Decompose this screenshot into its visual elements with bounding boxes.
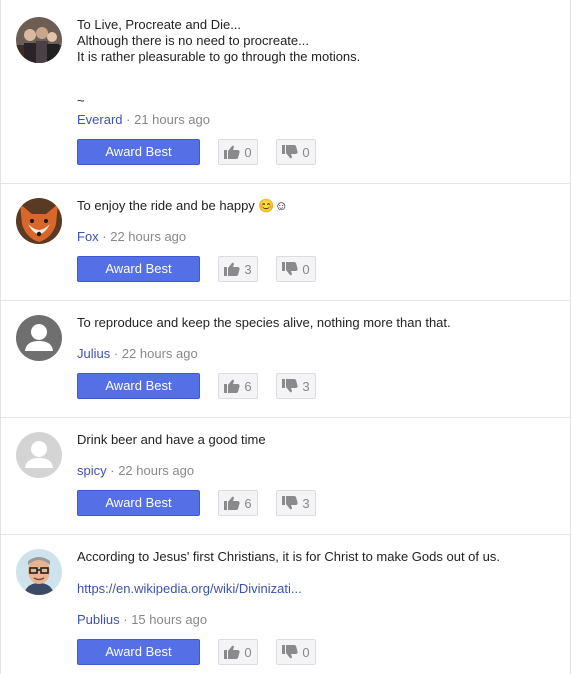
thumbs-up-count: 0 bbox=[244, 644, 252, 660]
thumbs-up-button[interactable]: 6 bbox=[218, 490, 258, 516]
avatar[interactable] bbox=[16, 432, 62, 478]
thumbs-down-icon bbox=[282, 262, 298, 276]
thumbs-up-count: 6 bbox=[244, 378, 252, 394]
timestamp: · 22 hours ago bbox=[110, 463, 195, 478]
thumbs-up-count: 0 bbox=[244, 144, 252, 160]
thumbs-down-icon bbox=[282, 645, 298, 659]
cartoon-glasses-avatar-icon bbox=[16, 549, 62, 595]
thumbs-up-button[interactable]: 3 bbox=[218, 256, 258, 282]
avatar[interactable] bbox=[16, 17, 62, 63]
thumbs-down-count: 0 bbox=[302, 644, 310, 660]
answer-text-line: It is rather pleasurable to go through t… bbox=[77, 49, 361, 64]
thumbs-down-count: 0 bbox=[302, 144, 310, 160]
timestamp: · 22 hours ago bbox=[102, 229, 187, 244]
avatar[interactable] bbox=[16, 315, 62, 361]
author-link[interactable]: Publius bbox=[77, 612, 120, 627]
answer-text-line bbox=[77, 65, 558, 81]
answer-text-line: Although there is no need to procreate..… bbox=[77, 33, 309, 48]
award-best-answer-button[interactable]: Award Best Answer bbox=[77, 639, 200, 674]
answer-actions: Award Best Answer 3 0 bbox=[77, 256, 316, 300]
thumbs-up-icon bbox=[224, 379, 240, 393]
answer-text-line: According to Jesus' first Christians, it… bbox=[77, 549, 500, 564]
thumbs-down-button[interactable]: 3 bbox=[276, 373, 316, 399]
answer-text-line: Drink beer and have a good time bbox=[77, 432, 266, 447]
answer-meta: Julius · 22 hours ago bbox=[77, 346, 198, 362]
award-best-answer-button[interactable]: Award Best Answer bbox=[77, 490, 200, 534]
answer-actions: Award Best Answer 0 0 bbox=[77, 139, 316, 183]
answer-meta: Everard · 21 hours ago bbox=[77, 112, 210, 128]
thumbs-up-icon bbox=[224, 496, 240, 510]
thumbs-up-button[interactable]: 0 bbox=[218, 139, 258, 165]
answer-meta: Publius · 15 hours ago bbox=[77, 612, 207, 628]
thumbs-up-icon bbox=[224, 645, 240, 659]
avatar[interactable] bbox=[16, 549, 62, 595]
timestamp: · 21 hours ago bbox=[126, 112, 210, 127]
answer-actions: Award Best Answer 0 0 bbox=[77, 639, 316, 674]
author-link[interactable]: spicy bbox=[77, 463, 107, 478]
answer-text-line: To reproduce and keep the species alive,… bbox=[77, 315, 451, 330]
award-best-answer-button[interactable]: Award Best Answer bbox=[77, 373, 200, 417]
author-link[interactable]: Fox bbox=[77, 229, 99, 244]
answer-text-line: ~ bbox=[77, 93, 85, 108]
thumbs-down-button[interactable]: 0 bbox=[276, 256, 316, 282]
answer-item: To Live, Procreate and Die... Although t… bbox=[1, 0, 570, 184]
default-user-light-icon bbox=[16, 432, 62, 478]
answer-item: Drink beer and have a good time spicy · … bbox=[1, 418, 570, 535]
thumbs-down-count: 3 bbox=[302, 495, 310, 511]
thumbs-up-count: 3 bbox=[244, 261, 252, 277]
thumbs-down-icon bbox=[282, 145, 298, 159]
answer-actions: Award Best Answer 6 3 bbox=[77, 490, 316, 534]
fox-avatar-icon bbox=[16, 198, 62, 244]
thumbs-down-button[interactable]: 3 bbox=[276, 490, 316, 516]
thumbs-up-icon bbox=[224, 262, 240, 276]
thumbs-down-icon bbox=[282, 379, 298, 393]
thumbs-down-count: 0 bbox=[302, 261, 310, 277]
answer-text-line: To enjoy the ride and be happy 😊☺ bbox=[77, 198, 288, 213]
thumbs-down-button[interactable]: 0 bbox=[276, 639, 316, 665]
photo-group-avatar-icon bbox=[16, 17, 62, 63]
thumbs-up-icon bbox=[224, 145, 240, 159]
timestamp: · 22 hours ago bbox=[113, 346, 198, 361]
answer-item: To reproduce and keep the species alive,… bbox=[1, 301, 570, 418]
thumbs-down-count: 3 bbox=[302, 378, 310, 394]
answer-actions: Award Best Answer 6 3 bbox=[77, 373, 316, 417]
timestamp: · 15 hours ago bbox=[123, 612, 208, 627]
default-user-dark-icon bbox=[16, 315, 62, 361]
source-link[interactable]: https://en.wikipedia.org/wiki/Divinizati… bbox=[77, 581, 558, 597]
answer-text-line: To Live, Procreate and Die... bbox=[77, 17, 242, 32]
award-best-answer-button[interactable]: Award Best Answer bbox=[77, 139, 200, 183]
answer-item: According to Jesus' first Christians, it… bbox=[1, 535, 570, 674]
thumbs-down-icon bbox=[282, 496, 298, 510]
thumbs-up-count: 6 bbox=[244, 495, 252, 511]
author-link[interactable]: Everard bbox=[77, 112, 123, 127]
answer-meta: spicy · 22 hours ago bbox=[77, 463, 194, 479]
answer-meta: Fox · 22 hours ago bbox=[77, 229, 186, 245]
thumbs-up-button[interactable]: 6 bbox=[218, 373, 258, 399]
thumbs-up-button[interactable]: 0 bbox=[218, 639, 258, 665]
award-best-answer-button[interactable]: Award Best Answer bbox=[77, 256, 200, 300]
thumbs-down-button[interactable]: 0 bbox=[276, 139, 316, 165]
avatar[interactable] bbox=[16, 198, 62, 244]
answer-item: To enjoy the ride and be happy 😊☺ Fox · … bbox=[1, 184, 570, 301]
answers-list: To Live, Procreate and Die... Although t… bbox=[0, 0, 571, 674]
author-link[interactable]: Julius bbox=[77, 346, 110, 361]
